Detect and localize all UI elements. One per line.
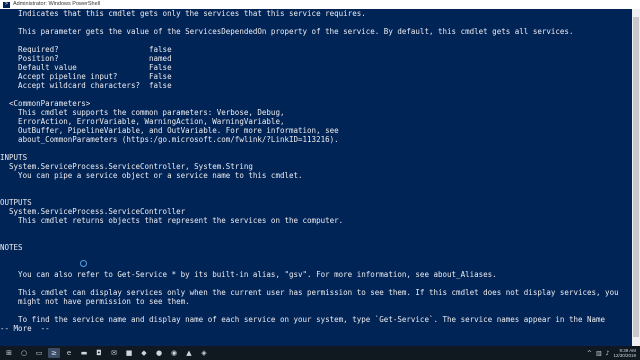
taskbar-button[interactable]: ◘ bbox=[93, 348, 105, 358]
search-icon: ○ bbox=[20, 348, 28, 357]
taskbar-button[interactable]: ◈ bbox=[198, 348, 210, 358]
console-line: Default value False bbox=[0, 63, 172, 72]
taskbar-button[interactable]: e bbox=[63, 348, 75, 358]
app-icon: ◉ bbox=[170, 348, 178, 357]
volume-icon[interactable]: ♪ bbox=[606, 350, 610, 357]
store-icon: ◘ bbox=[96, 348, 102, 357]
console-line: To find the service name and display nam… bbox=[0, 315, 606, 324]
app-icon: ◈ bbox=[201, 348, 207, 357]
console-line: about_CommonParameters (https:/go.micros… bbox=[0, 135, 339, 144]
console-line: System.ServiceProcess.ServiceController bbox=[0, 207, 186, 216]
mouse-cursor bbox=[80, 260, 87, 267]
console-line: Position? named bbox=[0, 54, 172, 63]
taskbar-button[interactable]: ▭ bbox=[33, 348, 45, 358]
window-title: Administrator: Windows PowerShell bbox=[13, 1, 101, 7]
chevron-up-icon[interactable]: ^ bbox=[587, 350, 592, 357]
taskbar-button[interactable]: ▲ bbox=[183, 348, 195, 358]
network-icon[interactable]: ▥ bbox=[596, 350, 602, 357]
taskbar-button[interactable]: ⊞ bbox=[3, 348, 15, 358]
taskbar-button[interactable]: ≥ bbox=[48, 348, 60, 358]
taskbar-button[interactable]: ● bbox=[153, 348, 165, 358]
windows-start-icon: ⊞ bbox=[6, 348, 12, 357]
powershell-icon: > bbox=[3, 1, 10, 8]
console-line: OUTPUTS bbox=[0, 198, 32, 207]
console-line: You can also refer to Get-Service * by i… bbox=[0, 270, 497, 279]
powershell-icon: ≥ bbox=[51, 348, 57, 357]
system-tray: ^ ▥ ♪ 9:39 AM 12/30/2019 bbox=[587, 348, 636, 358]
taskbar-button[interactable]: ◆ bbox=[138, 348, 150, 358]
console-line: NOTES bbox=[0, 243, 23, 252]
taskbar-button[interactable]: ✉ bbox=[108, 348, 120, 358]
vertical-scrollbar[interactable] bbox=[632, 9, 640, 346]
console-line: Indicates that this cmdlet gets only the… bbox=[0, 9, 366, 18]
console-line: ErrorAction, ErrorVariable, WarningActio… bbox=[0, 117, 285, 126]
taskbar-button[interactable]: ▬ bbox=[78, 348, 90, 358]
more-prompt: -- More -- bbox=[0, 324, 50, 333]
app-icon: ▲ bbox=[186, 348, 192, 357]
console-line: Accept pipeline input? False bbox=[0, 72, 172, 81]
console-line: INPUTS bbox=[0, 153, 28, 162]
console-line: This cmdlet supports the common paramete… bbox=[0, 108, 285, 117]
app-icon: ◆ bbox=[141, 348, 147, 357]
folder-icon: ▬ bbox=[80, 348, 88, 357]
taskbar-button[interactable]: ◉ bbox=[168, 348, 180, 358]
console-line: Required? false bbox=[0, 45, 172, 54]
console-line: OutBuffer, PipelineVariable, and OutVari… bbox=[0, 126, 339, 135]
task-view-icon: ▭ bbox=[35, 348, 43, 357]
taskbar-button[interactable]: ○ bbox=[18, 348, 30, 358]
app-icon: ■ bbox=[125, 348, 133, 357]
mail-icon: ✉ bbox=[111, 348, 117, 357]
clock-date: 12/30/2019 bbox=[613, 353, 636, 358]
title-bar: > Administrator: Windows PowerShell bbox=[0, 0, 640, 9]
taskbar-button[interactable]: ■ bbox=[123, 348, 135, 358]
console-line: Accept wildcard characters? false bbox=[0, 81, 172, 90]
console-line: This cmdlet can display services only wh… bbox=[0, 288, 619, 297]
app-icon: ● bbox=[155, 348, 163, 357]
console-line: You can pipe a service object or a servi… bbox=[0, 171, 303, 180]
console-output[interactable]: Indicates that this cmdlet gets only the… bbox=[0, 9, 630, 346]
console-line: This parameter gets the value of the Ser… bbox=[0, 27, 574, 36]
scrollbar-thumb[interactable] bbox=[633, 17, 639, 337]
console-line: System.ServiceProcess.ServiceController,… bbox=[0, 162, 253, 171]
console-line: might not have permission to see them. bbox=[0, 297, 190, 306]
console-line: <CommonParameters> bbox=[0, 99, 91, 108]
edge-icon: e bbox=[66, 348, 72, 357]
clock[interactable]: 9:39 AM 12/30/2019 bbox=[613, 348, 636, 358]
taskbar: ⊞ ○ ▭ ≥ e ▬ ◘ ✉ ■ ◆ ● ◉ ▲ ◈ ^ ▥ ♪ 9:39 AM 12/30/2019 bbox=[0, 346, 640, 360]
console-line: This cmdlet returns objects that represe… bbox=[0, 216, 344, 225]
